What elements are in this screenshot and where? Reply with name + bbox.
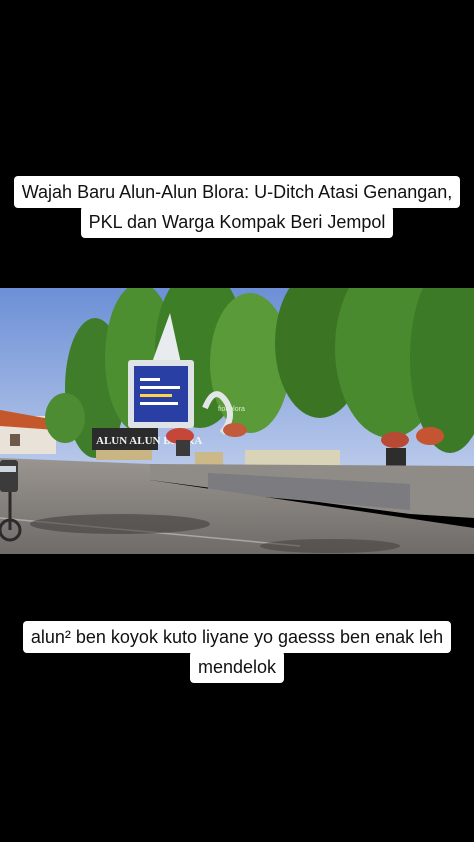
- top-caption: Wajah Baru Alun-Alun Blora: U-Ditch Atas…: [0, 176, 474, 238]
- top-caption-line-1: Wajah Baru Alun-Alun Blora: U-Ditch Atas…: [13, 176, 461, 208]
- bottom-caption-line-2: mendelok: [189, 651, 285, 683]
- led-billboard: [128, 360, 194, 428]
- top-caption-line-2: PKL dan Warga Kompak Beri Jempol: [80, 206, 394, 238]
- bottom-caption-line-1: alun² ben koyok kuto liyane yo gaesss be…: [22, 621, 452, 653]
- alun-alun-photo: ALUN ALUN BLORA fiot blora: [0, 288, 474, 554]
- tree-shadow: [30, 514, 210, 534]
- bottom-caption: alun² ben koyok kuto liyane yo gaesss be…: [0, 621, 474, 683]
- watermark-text: fiot blora: [218, 406, 245, 413]
